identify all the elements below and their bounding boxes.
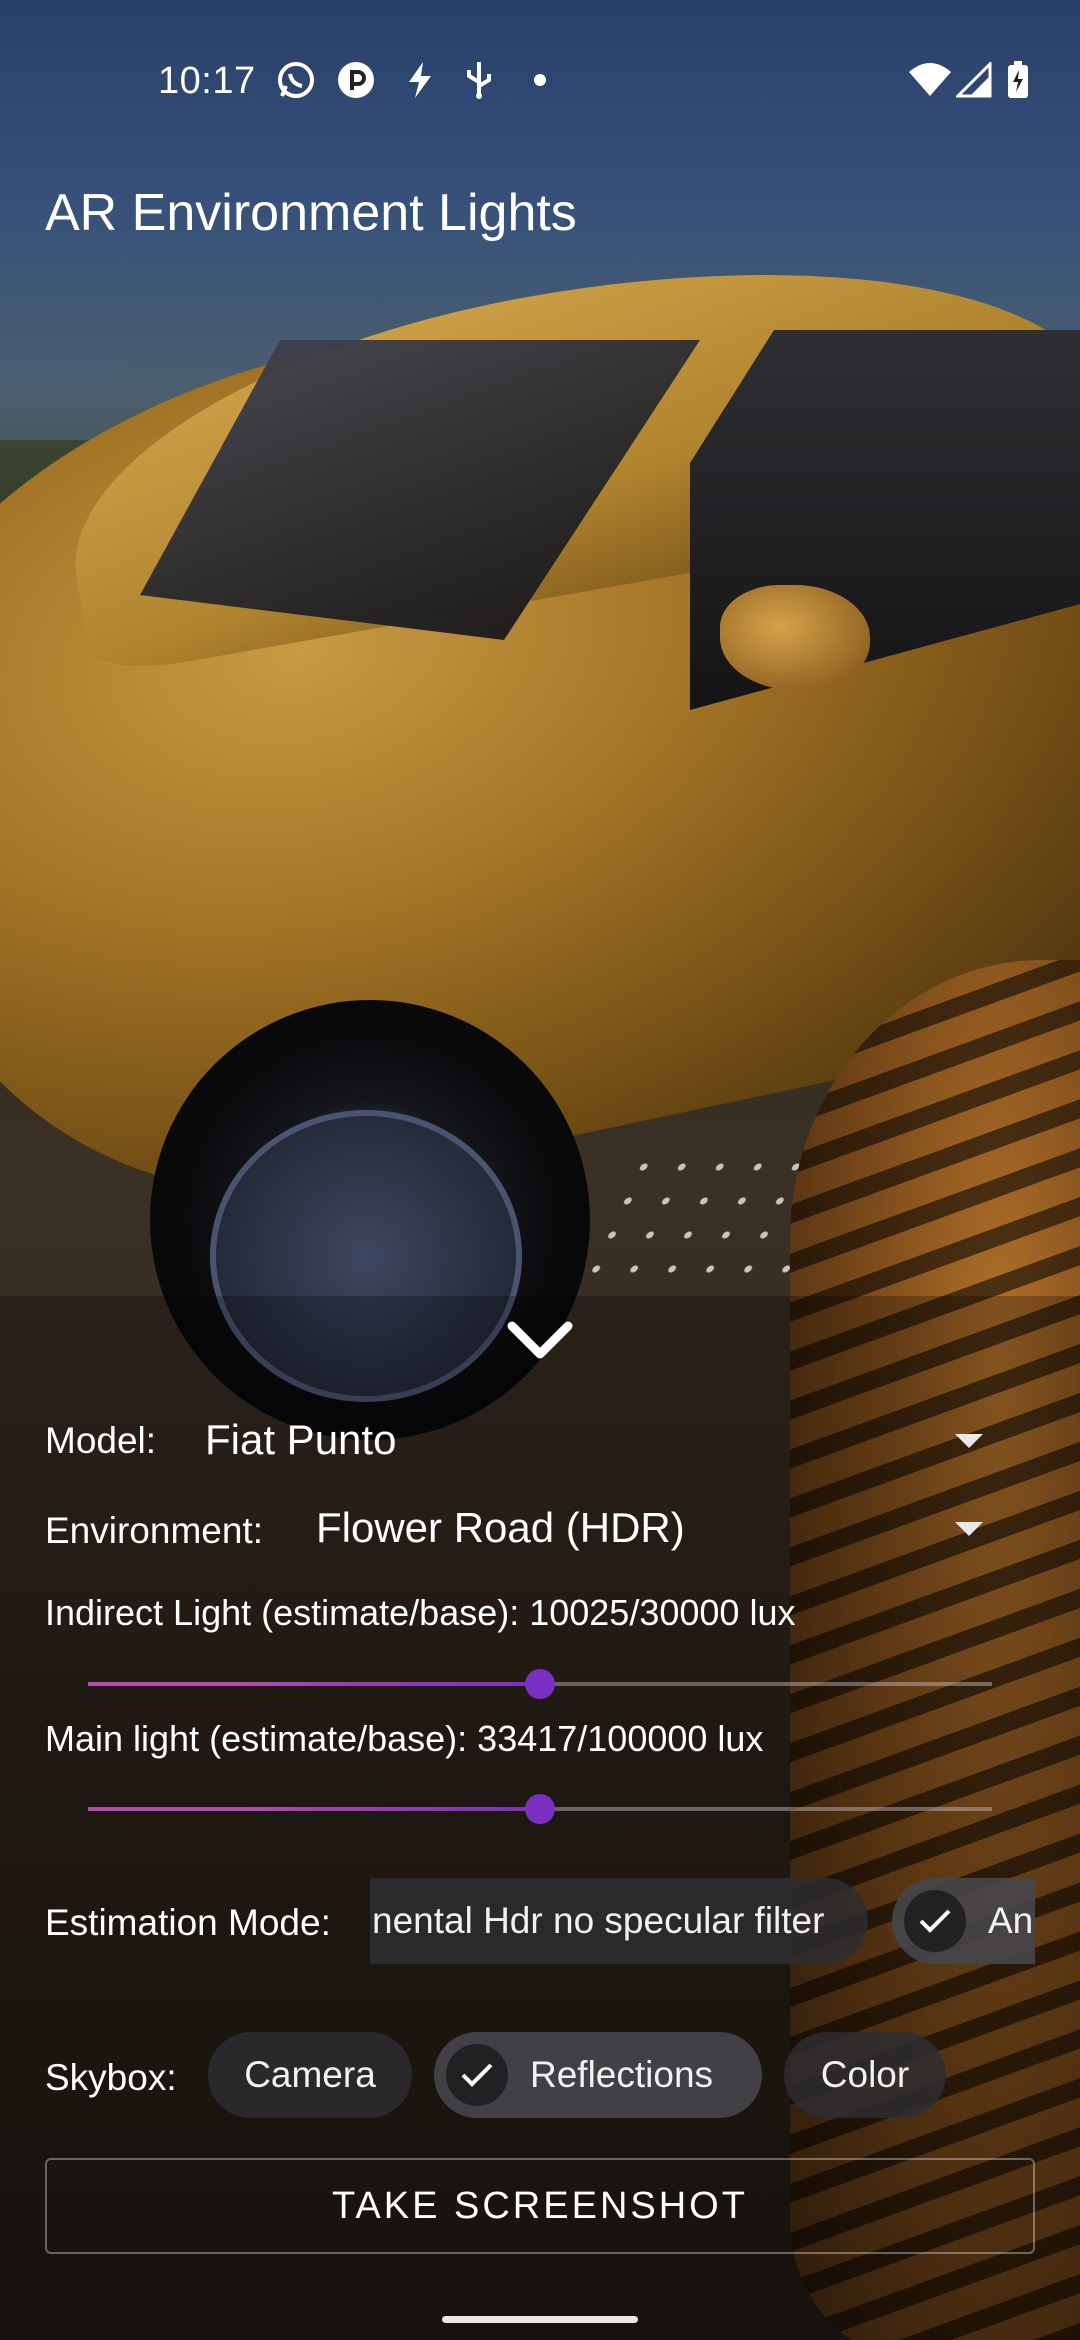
estimation-mode-chip-selected[interactable]: An bbox=[892, 1878, 1035, 1964]
slider-base-fill bbox=[241, 1682, 540, 1686]
environment-label: Environment: bbox=[45, 1510, 263, 1551]
estimation-mode-chip-group[interactable]: nental Hdr no specular filter An bbox=[370, 1876, 1035, 1966]
status-bar: 10:17 bbox=[0, 0, 1080, 170]
collapse-chevron-icon[interactable] bbox=[506, 1316, 574, 1364]
estimation-mode-chip[interactable]: nental Hdr no specular filter bbox=[370, 1878, 868, 1964]
signal-icon bbox=[954, 60, 994, 100]
slider-base-fill bbox=[241, 1807, 540, 1811]
model-label: Model: bbox=[45, 1420, 157, 1461]
skybox-label: Skybox: bbox=[45, 2057, 177, 2098]
slider-thumb[interactable] bbox=[525, 1669, 555, 1699]
indirect-light-slider[interactable] bbox=[88, 1669, 992, 1699]
slider-estimate-fill bbox=[88, 1807, 242, 1811]
page-title: AR Environment Lights bbox=[45, 184, 577, 242]
chip-label: Camera bbox=[244, 2054, 376, 2095]
environment-dropdown-value[interactable]: Flower Road (HDR) bbox=[316, 1504, 685, 1552]
status-time: 10:17 bbox=[158, 60, 256, 102]
dot-icon bbox=[520, 60, 560, 100]
home-indicator[interactable] bbox=[442, 2316, 638, 2323]
app-icon bbox=[336, 60, 376, 100]
wifi-icon bbox=[907, 60, 953, 100]
chip-label: Color bbox=[820, 2054, 910, 2095]
check-icon bbox=[904, 1890, 966, 1952]
chip-label: Reflections bbox=[530, 2054, 714, 2095]
environment-dropdown-arrow-icon[interactable] bbox=[955, 1522, 983, 1536]
usb-icon bbox=[459, 60, 499, 100]
check-icon bbox=[446, 2044, 508, 2106]
main-light-label: Main light (estimate/base): 33417/100000… bbox=[45, 1718, 764, 1759]
skybox-chip-camera[interactable]: Camera bbox=[208, 2032, 412, 2118]
whatsapp-icon bbox=[276, 60, 316, 100]
model-dropdown-arrow-icon[interactable] bbox=[955, 1434, 983, 1448]
battery-charging-icon bbox=[1000, 60, 1036, 100]
take-screenshot-button[interactable]: TAKE SCREENSHOT bbox=[45, 2158, 1035, 2254]
model-dropdown-value[interactable]: Fiat Punto bbox=[205, 1416, 396, 1464]
ar-scene-view[interactable] bbox=[0, 0, 1080, 2340]
chip-label: nental Hdr no specular filter bbox=[372, 1900, 825, 1941]
main-light-slider[interactable] bbox=[88, 1794, 992, 1824]
skybox-chip-color[interactable]: Color bbox=[784, 2032, 946, 2118]
chip-label: An bbox=[988, 1900, 1034, 1941]
slider-thumb[interactable] bbox=[525, 1794, 555, 1824]
indirect-light-label: Indirect Light (estimate/base): 10025/30… bbox=[45, 1592, 796, 1633]
slider-estimate-fill bbox=[88, 1682, 242, 1686]
estimation-mode-label: Estimation Mode: bbox=[45, 1902, 331, 1943]
flash-icon bbox=[400, 60, 440, 100]
car-mirror bbox=[720, 585, 870, 690]
skybox-chip-reflections[interactable]: Reflections bbox=[434, 2032, 762, 2118]
